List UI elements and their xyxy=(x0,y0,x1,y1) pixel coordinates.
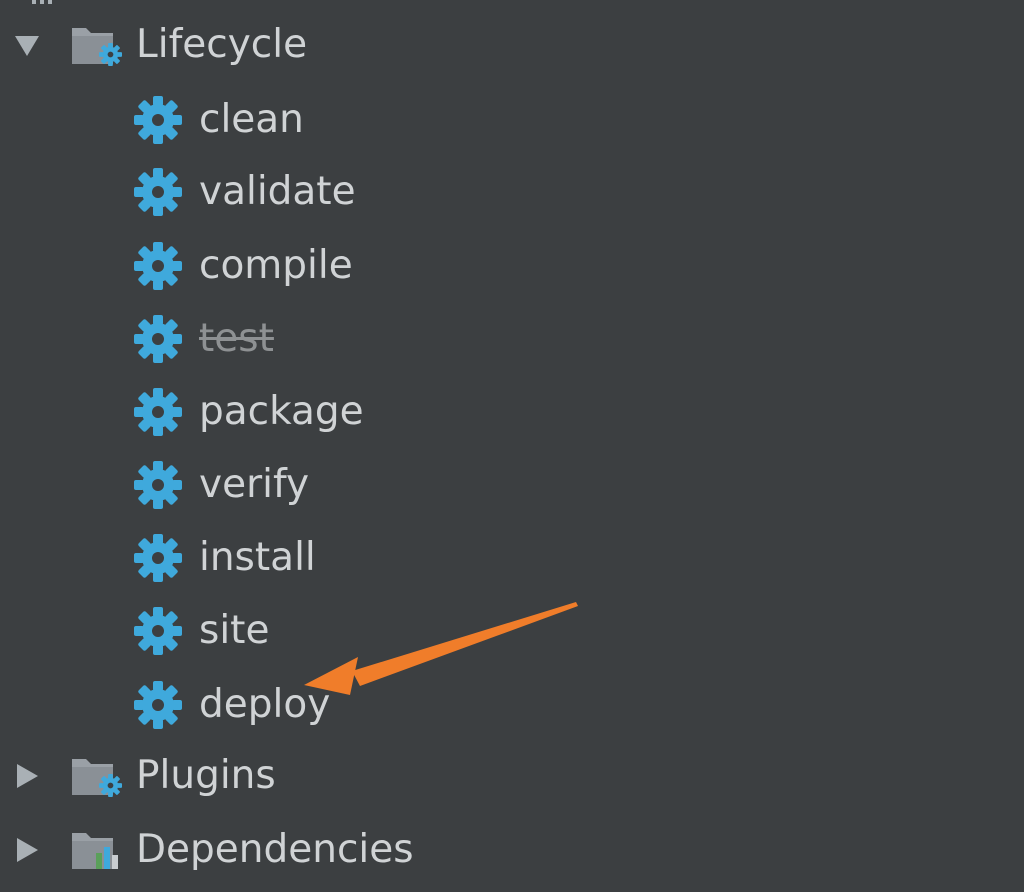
gear-icon xyxy=(134,168,182,216)
gear-icon xyxy=(134,461,182,509)
lifecycle-goal-install[interactable]: install xyxy=(0,528,1024,588)
folder-gear-icon xyxy=(72,759,122,797)
lifecycle-goal-site[interactable]: site xyxy=(0,601,1024,661)
tree-node-label: Dependencies xyxy=(136,827,414,872)
goal-label: verify xyxy=(199,462,310,507)
folder-gear-icon xyxy=(72,28,122,66)
gear-icon xyxy=(134,388,182,436)
gear-icon xyxy=(134,242,182,290)
lifecycle-goal-deploy[interactable]: deploy xyxy=(0,675,1024,735)
goal-label: site xyxy=(199,608,270,653)
gear-icon xyxy=(134,96,182,144)
lifecycle-goal-compile[interactable]: compile xyxy=(0,236,1024,296)
tree-node-label: Plugins xyxy=(136,753,276,798)
goal-label: validate xyxy=(199,169,356,214)
lifecycle-goal-test[interactable]: test xyxy=(0,309,1024,369)
folder-chart-icon xyxy=(72,833,118,869)
expanded-arrow-icon[interactable] xyxy=(10,28,44,62)
collapsed-arrow-icon[interactable] xyxy=(10,759,44,793)
lifecycle-goal-verify[interactable]: verify xyxy=(0,455,1024,515)
lifecycle-goal-clean[interactable]: clean xyxy=(0,90,1024,150)
goal-label: clean xyxy=(199,97,304,142)
goal-label: package xyxy=(199,389,364,434)
goal-label-skipped: test xyxy=(199,316,274,361)
goal-label: compile xyxy=(199,243,353,288)
maven-tree: Lifecycle clean validate compile test pa… xyxy=(0,0,1024,892)
tree-node-plugins[interactable]: Plugins xyxy=(0,746,1024,806)
lifecycle-goal-package[interactable]: package xyxy=(0,382,1024,442)
collapsed-arrow-icon[interactable] xyxy=(10,833,44,867)
goal-label: deploy xyxy=(199,682,331,727)
tree-node-label: Lifecycle xyxy=(136,22,308,67)
lifecycle-goal-validate[interactable]: validate xyxy=(0,162,1024,222)
tree-node-dependencies[interactable]: Dependencies xyxy=(0,820,1024,880)
tree-node-lifecycle[interactable]: Lifecycle xyxy=(0,15,1024,75)
gear-icon xyxy=(134,607,182,655)
goal-label: install xyxy=(199,535,316,580)
previous-row-fragment xyxy=(32,0,52,4)
gear-icon xyxy=(134,534,182,582)
gear-icon xyxy=(134,681,182,729)
gear-icon xyxy=(134,315,182,363)
